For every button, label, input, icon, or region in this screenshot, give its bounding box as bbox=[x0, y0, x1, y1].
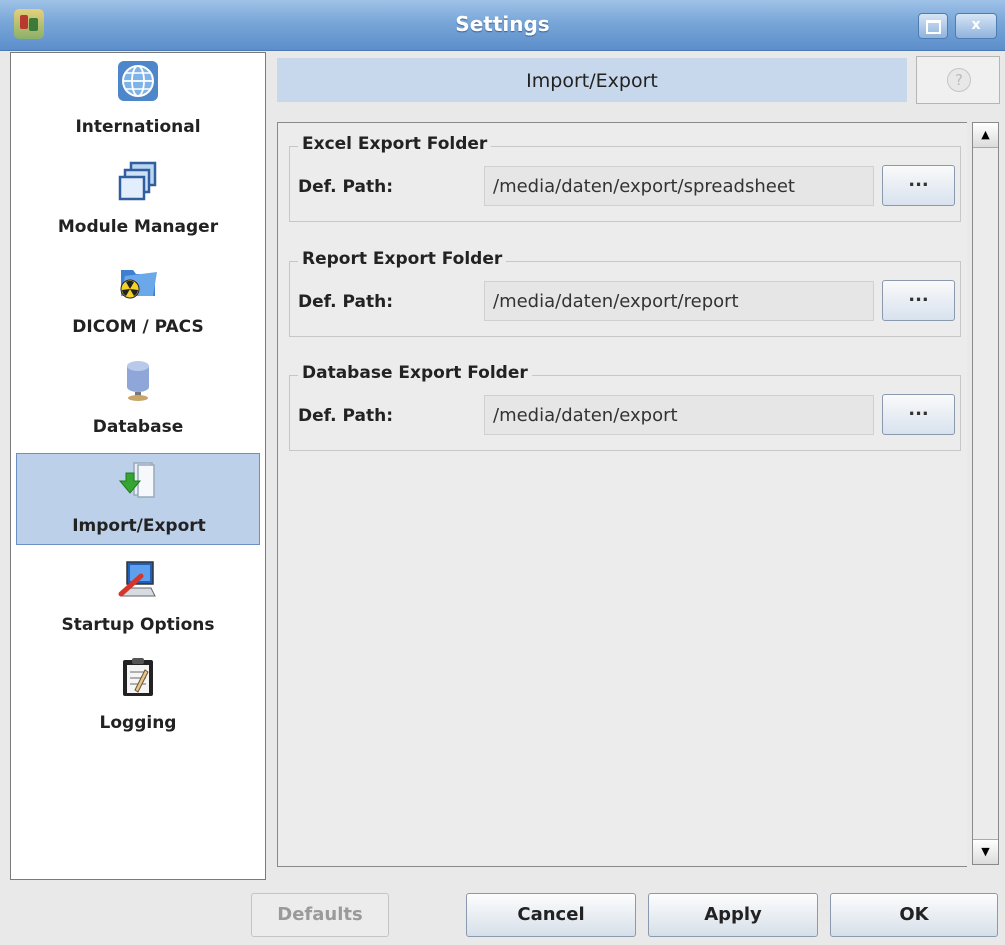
scroll-down-icon[interactable]: ▼ bbox=[973, 839, 998, 864]
scroll-up-icon[interactable]: ▲ bbox=[973, 123, 998, 148]
vertical-scrollbar[interactable]: ▲ ▼ bbox=[972, 122, 999, 865]
help-button[interactable]: ? bbox=[916, 56, 1000, 104]
startup-monitor-icon bbox=[118, 561, 156, 597]
sidebar-item-international[interactable]: International bbox=[16, 55, 260, 147]
settings-sidebar: International Module Manager DICOM / PAC… bbox=[10, 52, 266, 880]
database-export-group: Database Export Folder Def. Path: /media… bbox=[289, 363, 961, 451]
excel-export-group: Excel Export Folder Def. Path: /media/da… bbox=[289, 134, 961, 222]
excel-path-field[interactable]: /media/daten/export/spreadsheet bbox=[484, 166, 874, 206]
import-export-icon bbox=[118, 462, 155, 498]
database-icon bbox=[127, 361, 149, 401]
sidebar-item-import-export[interactable]: Import/Export bbox=[16, 453, 260, 545]
title-bar[interactable]: Settings x bbox=[0, 0, 1005, 51]
sidebar-item-database[interactable]: Database bbox=[16, 355, 260, 447]
sidebar-item-startup-options[interactable]: Startup Options bbox=[16, 553, 260, 645]
sidebar-item-module-manager[interactable]: Module Manager bbox=[16, 155, 260, 247]
group-title: Excel Export Folder bbox=[298, 134, 492, 154]
radiation-folder-icon bbox=[120, 270, 157, 299]
maximize-icon bbox=[925, 20, 941, 34]
sidebar-item-label: Import/Export bbox=[72, 516, 206, 536]
close-button[interactable]: x bbox=[955, 13, 997, 39]
cancel-button[interactable]: Cancel bbox=[466, 893, 636, 937]
windows-stack-icon bbox=[118, 161, 157, 201]
field-label: Def. Path: bbox=[298, 292, 393, 312]
close-icon: x bbox=[971, 17, 981, 33]
excel-browse-button[interactable]: ... bbox=[882, 165, 955, 206]
field-label: Def. Path: bbox=[298, 177, 393, 197]
sidebar-item-label: Logging bbox=[99, 713, 177, 733]
content-panel bbox=[277, 122, 967, 867]
group-title: Report Export Folder bbox=[298, 249, 507, 269]
defaults-button[interactable]: Defaults bbox=[251, 893, 389, 937]
sidebar-item-dicom-pacs[interactable]: DICOM / PACS bbox=[16, 255, 260, 347]
database-path-field[interactable]: /media/daten/export bbox=[484, 395, 874, 435]
apply-button[interactable]: Apply bbox=[648, 893, 818, 937]
page-title: Import/Export bbox=[526, 70, 658, 92]
clipboard-icon bbox=[123, 658, 153, 696]
window-title: Settings bbox=[455, 12, 550, 36]
sidebar-item-label: Startup Options bbox=[61, 615, 215, 635]
ok-button[interactable]: OK bbox=[830, 893, 998, 937]
sidebar-item-label: DICOM / PACS bbox=[72, 317, 204, 337]
sidebar-item-logging[interactable]: Logging bbox=[16, 651, 260, 743]
globe-icon bbox=[118, 61, 158, 101]
sidebar-item-label: Module Manager bbox=[57, 217, 219, 237]
group-title: Database Export Folder bbox=[298, 363, 532, 383]
report-export-group: Report Export Folder Def. Path: /media/d… bbox=[289, 249, 961, 337]
maximize-button[interactable] bbox=[918, 13, 948, 39]
database-browse-button[interactable]: ... bbox=[882, 394, 955, 435]
sidebar-item-label: Database bbox=[92, 417, 184, 437]
help-icon: ? bbox=[947, 68, 971, 92]
field-label: Def. Path: bbox=[298, 406, 393, 426]
section-header: Import/Export bbox=[277, 58, 907, 102]
sidebar-item-label: International bbox=[75, 117, 201, 137]
report-browse-button[interactable]: ... bbox=[882, 280, 955, 321]
report-path-field[interactable]: /media/daten/export/report bbox=[484, 281, 874, 321]
